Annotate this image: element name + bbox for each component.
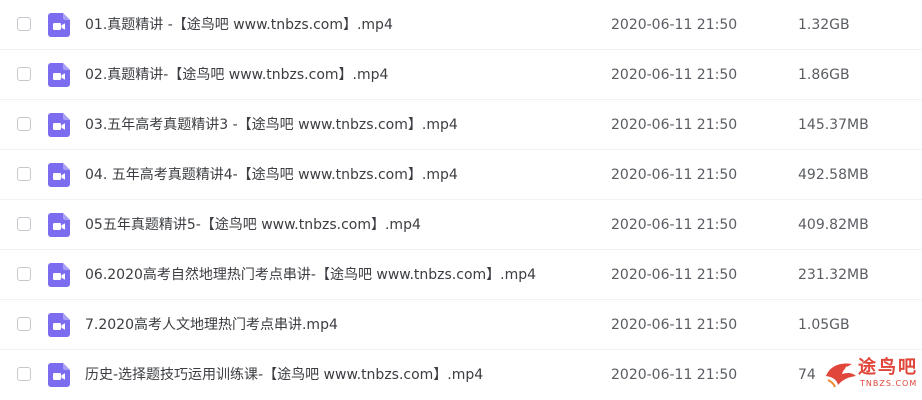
file-name[interactable]: 7.2020高考人文地理热门考点串讲.mp4: [85, 314, 338, 336]
file-date: 2020-06-11 21:50: [611, 17, 738, 33]
row-checkbox[interactable]: [17, 167, 31, 181]
watermark-subtext: TNBZS.COM: [860, 379, 918, 388]
bird-logo-icon: [826, 363, 856, 388]
file-row[interactable]: 7.2020高考人文地理热门考点串讲.mp4 2020-06-11 21:50 …: [0, 300, 922, 350]
file-date: 2020-06-11 21:50: [611, 267, 738, 283]
file-name[interactable]: 01.真题精讲 -【途鸟吧 www.tnbzs.com】.mp4: [85, 14, 393, 36]
file-name[interactable]: 历史-选择题技巧运用训练课-【途鸟吧 www.tnbzs.com】.mp4: [85, 364, 483, 386]
file-date: 2020-06-11 21:50: [611, 367, 738, 383]
row-checkbox[interactable]: [17, 217, 31, 231]
file-size: 409.82MB: [798, 217, 869, 233]
file-size: 74: [798, 367, 816, 383]
file-row[interactable]: 历史-选择题技巧运用训练课-【途鸟吧 www.tnbzs.com】.mp4 20…: [0, 350, 922, 400]
file-row[interactable]: 05五年真题精讲5-【途鸟吧 www.tnbzs.com】.mp4 2020-0…: [0, 200, 922, 250]
file-date: 2020-06-11 21:50: [611, 67, 738, 83]
file-date: 2020-06-11 21:50: [611, 117, 738, 133]
file-date: 2020-06-11 21:50: [611, 217, 738, 233]
row-checkbox[interactable]: [17, 267, 31, 281]
file-row[interactable]: 02.真题精讲-【途鸟吧 www.tnbzs.com】.mp4 2020-06-…: [0, 50, 922, 100]
row-checkbox[interactable]: [17, 317, 31, 331]
file-date: 2020-06-11 21:50: [611, 167, 738, 183]
file-row[interactable]: 01.真题精讲 -【途鸟吧 www.tnbzs.com】.mp4 2020-06…: [0, 0, 922, 50]
file-size: 1.05GB: [798, 317, 850, 333]
file-size: 1.32GB: [798, 17, 850, 33]
watermark-text: 途鸟吧: [858, 357, 918, 378]
file-size: 231.32MB: [798, 267, 869, 283]
row-checkbox[interactable]: [17, 67, 31, 81]
file-row[interactable]: 04. 五年高考真题精讲4-【途鸟吧 www.tnbzs.com】.mp4 20…: [0, 150, 922, 200]
file-name[interactable]: 04. 五年高考真题精讲4-【途鸟吧 www.tnbzs.com】.mp4: [85, 164, 458, 186]
row-checkbox[interactable]: [17, 367, 31, 381]
video-file-icon: [48, 13, 70, 37]
video-file-icon: [48, 363, 70, 387]
row-checkbox[interactable]: [17, 117, 31, 131]
video-file-icon: [48, 113, 70, 137]
file-size: 1.86GB: [798, 67, 850, 83]
file-size: 145.37MB: [798, 117, 869, 133]
file-row[interactable]: 06.2020高考自然地理热门考点串讲-【途鸟吧 www.tnbzs.com】.…: [0, 250, 922, 300]
watermark: 途鸟吧 TNBZS.COM: [820, 356, 920, 392]
video-file-icon: [48, 213, 70, 237]
file-size: 492.58MB: [798, 167, 869, 183]
file-name[interactable]: 03.五年高考真题精讲3 -【途鸟吧 www.tnbzs.com】.mp4: [85, 114, 458, 136]
file-name[interactable]: 02.真题精讲-【途鸟吧 www.tnbzs.com】.mp4: [85, 64, 388, 86]
video-file-icon: [48, 63, 70, 87]
file-name[interactable]: 06.2020高考自然地理热门考点串讲-【途鸟吧 www.tnbzs.com】.…: [85, 264, 536, 286]
video-file-icon: [48, 313, 70, 337]
file-name[interactable]: 05五年真题精讲5-【途鸟吧 www.tnbzs.com】.mp4: [85, 214, 421, 236]
row-checkbox[interactable]: [17, 17, 31, 31]
file-date: 2020-06-11 21:50: [611, 317, 738, 333]
video-file-icon: [48, 263, 70, 287]
video-file-icon: [48, 163, 70, 187]
file-row[interactable]: 03.五年高考真题精讲3 -【途鸟吧 www.tnbzs.com】.mp4 20…: [0, 100, 922, 150]
